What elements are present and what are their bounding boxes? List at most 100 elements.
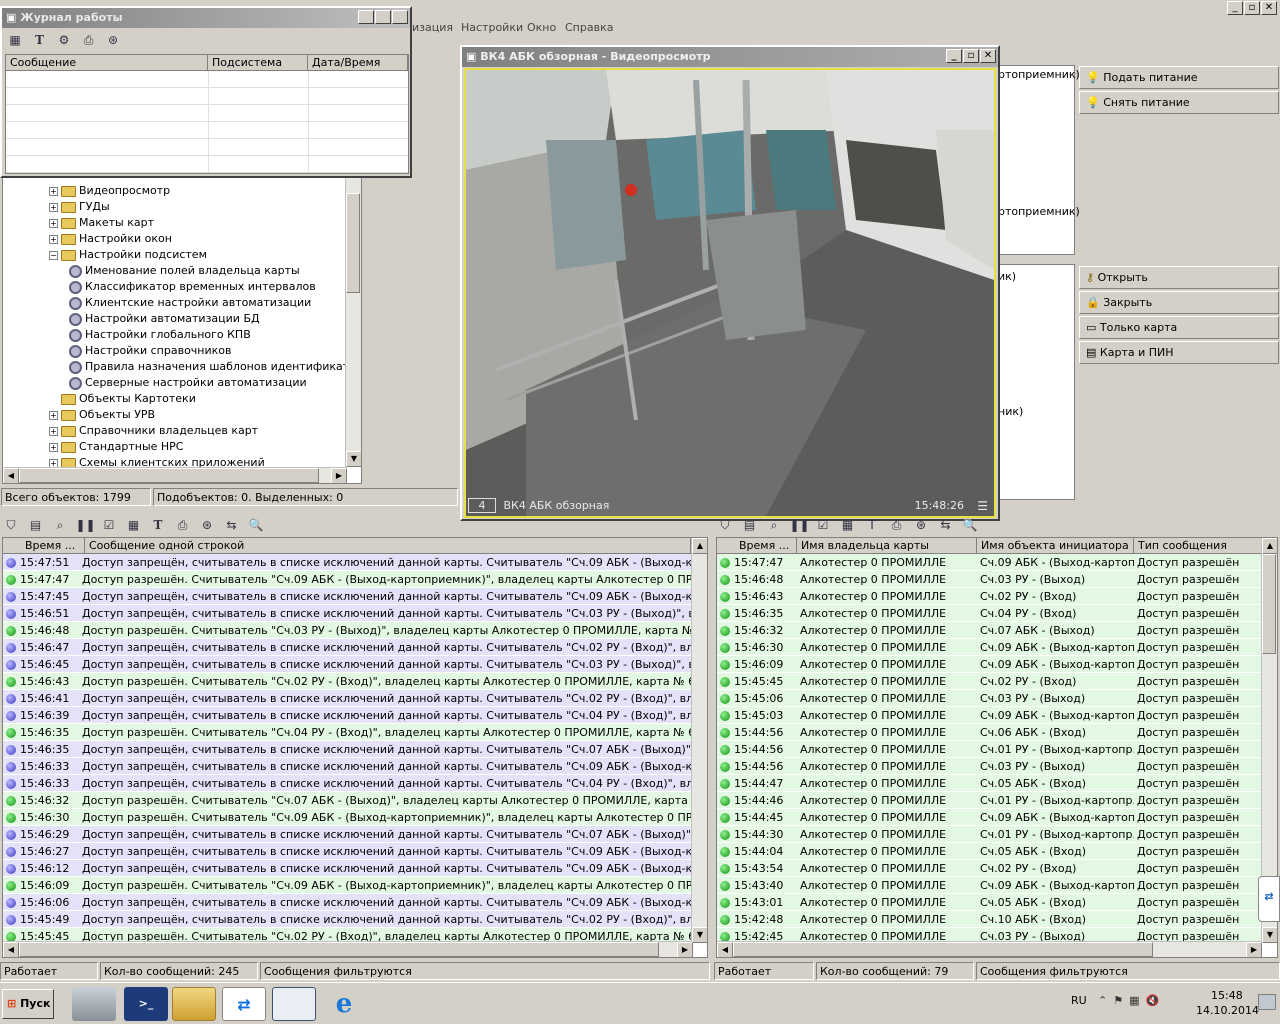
log-row[interactable]: 15:46:12 Доступ запрещён, считыватель в с… [3, 860, 693, 877]
log-row[interactable]: 15:46:45 Доступ запрещён, считыватель в с… [3, 656, 693, 673]
search-icon[interactable]: 🔍 [247, 516, 265, 534]
log-row[interactable]: 15:46:09 Доступ разрешён. Считыватель "Сч… [3, 877, 693, 894]
journal-col-subsystem[interactable]: Подсистема [208, 55, 308, 71]
close-button[interactable]: 🔒 Закрыть [1079, 291, 1279, 314]
right-binoculars-icon[interactable]: ⊛ [912, 516, 930, 534]
log-row[interactable]: 15:46:43 Доступ разрешён. Считыватель "Сч… [3, 673, 693, 690]
log-row[interactable]: 15:46:39 Доступ запрещён, считыватель в с… [3, 707, 693, 724]
left-log-down-arrow[interactable]: ▼ [692, 927, 707, 943]
left-col-time[interactable]: Время ... [3, 538, 85, 554]
tree-item[interactable]: Серверные настройки автоматизации [3, 375, 347, 391]
scroll-left-arrow[interactable]: ◀ [3, 468, 19, 483]
server-manager-icon[interactable] [72, 987, 116, 1021]
tree-expander[interactable]: + [49, 426, 58, 436]
log-row[interactable]: 15:46:32 Алкотестер 0 ПРОМИЛЛЕ Сч.07 АБК -… [717, 622, 1262, 639]
menu-item-help[interactable]: Справка [565, 18, 613, 38]
log-row[interactable]: 15:46:48 Алкотестер 0 ПРОМИЛЛЕ Сч.03 РУ - … [717, 571, 1262, 588]
main-minimize-button[interactable]: _ [1227, 1, 1243, 15]
log-row[interactable]: 15:46:27 Доступ запрещён, считыватель в с… [3, 843, 693, 860]
network-icon[interactable]: ▦ [1129, 994, 1145, 1007]
log-row[interactable]: 15:46:35 Доступ разрешён. Считыватель "Сч… [3, 724, 693, 741]
text-icon[interactable]: T [149, 516, 167, 534]
explorer-folder-icon[interactable] [172, 987, 216, 1021]
log-row[interactable]: 15:44:30 Алкотестер 0 ПРОМИЛЛЕ Сч.01 РУ - … [717, 826, 1262, 843]
menu-item-automation[interactable]: изация [412, 18, 453, 38]
log-row[interactable]: 15:46:32 Доступ разрешён. Считыватель "Сч… [3, 792, 693, 809]
object-tree[interactable]: + Видеопросмотр + ГУДы + Макеты карт + Настройк… [2, 172, 362, 484]
log-row[interactable]: 15:46:33 Доступ запрещён, считыватель в с… [3, 758, 693, 775]
log-row[interactable]: 15:45:06 Алкотестер 0 ПРОМИЛЛЕ Сч.03 РУ - … [717, 690, 1262, 707]
table-icon[interactable]: ▤ [27, 516, 45, 534]
scroll-thumb[interactable] [346, 193, 360, 293]
right-log-thumb[interactable] [1262, 554, 1276, 654]
tray-expand-icon[interactable]: ⌃ [1098, 994, 1113, 1007]
tree-expander[interactable]: + [49, 218, 58, 228]
left-log-left-arrow[interactable]: ◀ [3, 942, 19, 957]
journal-settings-icon[interactable]: ⚙ [55, 31, 73, 49]
journal-grid-icon[interactable]: ▦ [6, 31, 24, 49]
camera-menu-icon[interactable]: ☰ [977, 496, 988, 516]
video-close-button[interactable]: ✕ [980, 49, 996, 63]
journal-text-icon[interactable]: T [31, 31, 49, 49]
right-col-object[interactable]: Имя объекта инициатора [977, 538, 1134, 554]
log-row[interactable]: 15:47:47 Алкотестер 0 ПРОМИЛЛЕ Сч.09 АБК -… [717, 554, 1262, 571]
right-search-icon[interactable]: 🔍 [961, 516, 979, 534]
check-list-icon[interactable]: ☑ [100, 516, 118, 534]
log-row[interactable]: 15:47:45 Доступ запрещён, считыватель в с… [3, 588, 693, 605]
right-log-down-arrow[interactable]: ▼ [1262, 927, 1277, 943]
log-row[interactable]: 15:46:43 Алкотестер 0 ПРОМИЛЛЕ Сч.02 РУ - … [717, 588, 1262, 605]
right-grid-icon[interactable]: ▦ [839, 516, 857, 534]
log-row[interactable]: 15:45:49 Доступ запрещён, считыватель в с… [3, 911, 693, 928]
video-frame[interactable]: 4 ВК4 АБК обзорная 15:48:26 ☰ [464, 68, 996, 518]
tree-vertical-scrollbar[interactable]: ▼ [345, 173, 361, 467]
language-indicator[interactable]: RU [1071, 994, 1087, 1007]
filter-icon[interactable]: ⛉ [2, 516, 20, 534]
log-row[interactable]: 15:46:41 Доступ запрещён, считыватель в с… [3, 690, 693, 707]
log-row[interactable]: 15:44:45 Алкотестер 0 ПРОМИЛЛЕ Сч.09 АБК -… [717, 809, 1262, 826]
tree-item[interactable]: Настройки справочников [3, 343, 347, 359]
tree-expander[interactable]: + [49, 186, 58, 196]
tree-item[interactable]: Классификатор временных интервалов [3, 279, 347, 295]
tree-item[interactable]: + ГУДы [3, 199, 347, 215]
tree-item[interactable]: − Настройки подсистем [3, 247, 347, 263]
card-only-button[interactable]: ▭ Только карта [1079, 316, 1279, 339]
log-row[interactable]: 15:44:56 Алкотестер 0 ПРОМИЛЛЕ Сч.01 РУ - … [717, 741, 1262, 758]
right-col-type[interactable]: Тип сообщения [1134, 538, 1262, 554]
teamviewer-side-tab[interactable]: ⇄ [1258, 876, 1280, 922]
pause-icon[interactable]: ❚❚ [76, 516, 96, 534]
log-row[interactable]: 15:42:48 Алкотестер 0 ПРОМИЛЛЕ Сч.10 АБК -… [717, 911, 1262, 928]
tree-item[interactable]: Объекты Картотеки [3, 391, 347, 407]
tree-item[interactable]: + Видеопросмотр [3, 183, 347, 199]
left-log-hscroll[interactable]: ◀ ▶ [3, 941, 693, 957]
left-log-up-arrow[interactable]: ▲ [692, 538, 707, 554]
print-icon[interactable]: ⎙ [174, 516, 192, 534]
show-desktop-button[interactable] [1258, 994, 1276, 1010]
video-maximize-button[interactable]: ▫ [963, 49, 979, 63]
log-row[interactable]: 15:46:06 Доступ запрещён, считыватель в с… [3, 894, 693, 911]
log-row[interactable]: 15:46:09 Алкотестер 0 ПРОМИЛЛЕ Сч.09 АБК -… [717, 656, 1262, 673]
right-log-left-arrow[interactable]: ◀ [717, 942, 733, 957]
menu-item-window[interactable]: Окно [527, 18, 556, 38]
right-text-icon[interactable]: T [863, 516, 881, 534]
clock-date[interactable]: 14.10.2014 [1196, 1004, 1259, 1017]
log-row[interactable]: 15:46:30 Доступ разрешён. Считыватель "Сч… [3, 809, 693, 826]
log-row[interactable]: 15:44:56 Алкотестер 0 ПРОМИЛЛЕ Сч.06 АБК -… [717, 724, 1262, 741]
right-filter-icon[interactable]: ⛉ [716, 516, 734, 534]
export-icon[interactable]: ⇆ [223, 516, 241, 534]
journal-col-datetime[interactable]: Дата/Время [308, 55, 408, 71]
powershell-icon[interactable]: >_ [124, 987, 168, 1021]
video-titlebar[interactable]: ▣ ВК4 АБК обзорная - Видеопросмотр _ ▫ ✕ [462, 47, 998, 67]
right-log-hscroll[interactable]: ◀ ▶ [717, 941, 1262, 957]
log-row[interactable]: 15:47:51 Доступ запрещён, считыватель в с… [3, 554, 693, 571]
scroll-down-arrow[interactable]: ▼ [346, 451, 361, 467]
right-zoom-icon[interactable]: ⌕ [765, 516, 783, 534]
log-row[interactable]: 15:43:40 Алкотестер 0 ПРОМИЛЛЕ Сч.09 АБК -… [717, 877, 1262, 894]
log-row[interactable]: 15:46:47 Доступ запрещён, считыватель в с… [3, 639, 693, 656]
tree-expander[interactable]: + [49, 234, 58, 244]
left-log-right-arrow[interactable]: ▶ [677, 942, 693, 957]
right-col-time[interactable]: Время ... [717, 538, 797, 554]
log-row[interactable]: 15:44:47 Алкотестер 0 ПРОМИЛЛЕ Сч.05 АБК -… [717, 775, 1262, 792]
log-row[interactable]: 15:45:03 Алкотестер 0 ПРОМИЛЛЕ Сч.09 АБК -… [717, 707, 1262, 724]
right-log-h-thumb[interactable] [733, 942, 1153, 957]
tree-item[interactable]: Именование полей владельца карты [3, 263, 347, 279]
